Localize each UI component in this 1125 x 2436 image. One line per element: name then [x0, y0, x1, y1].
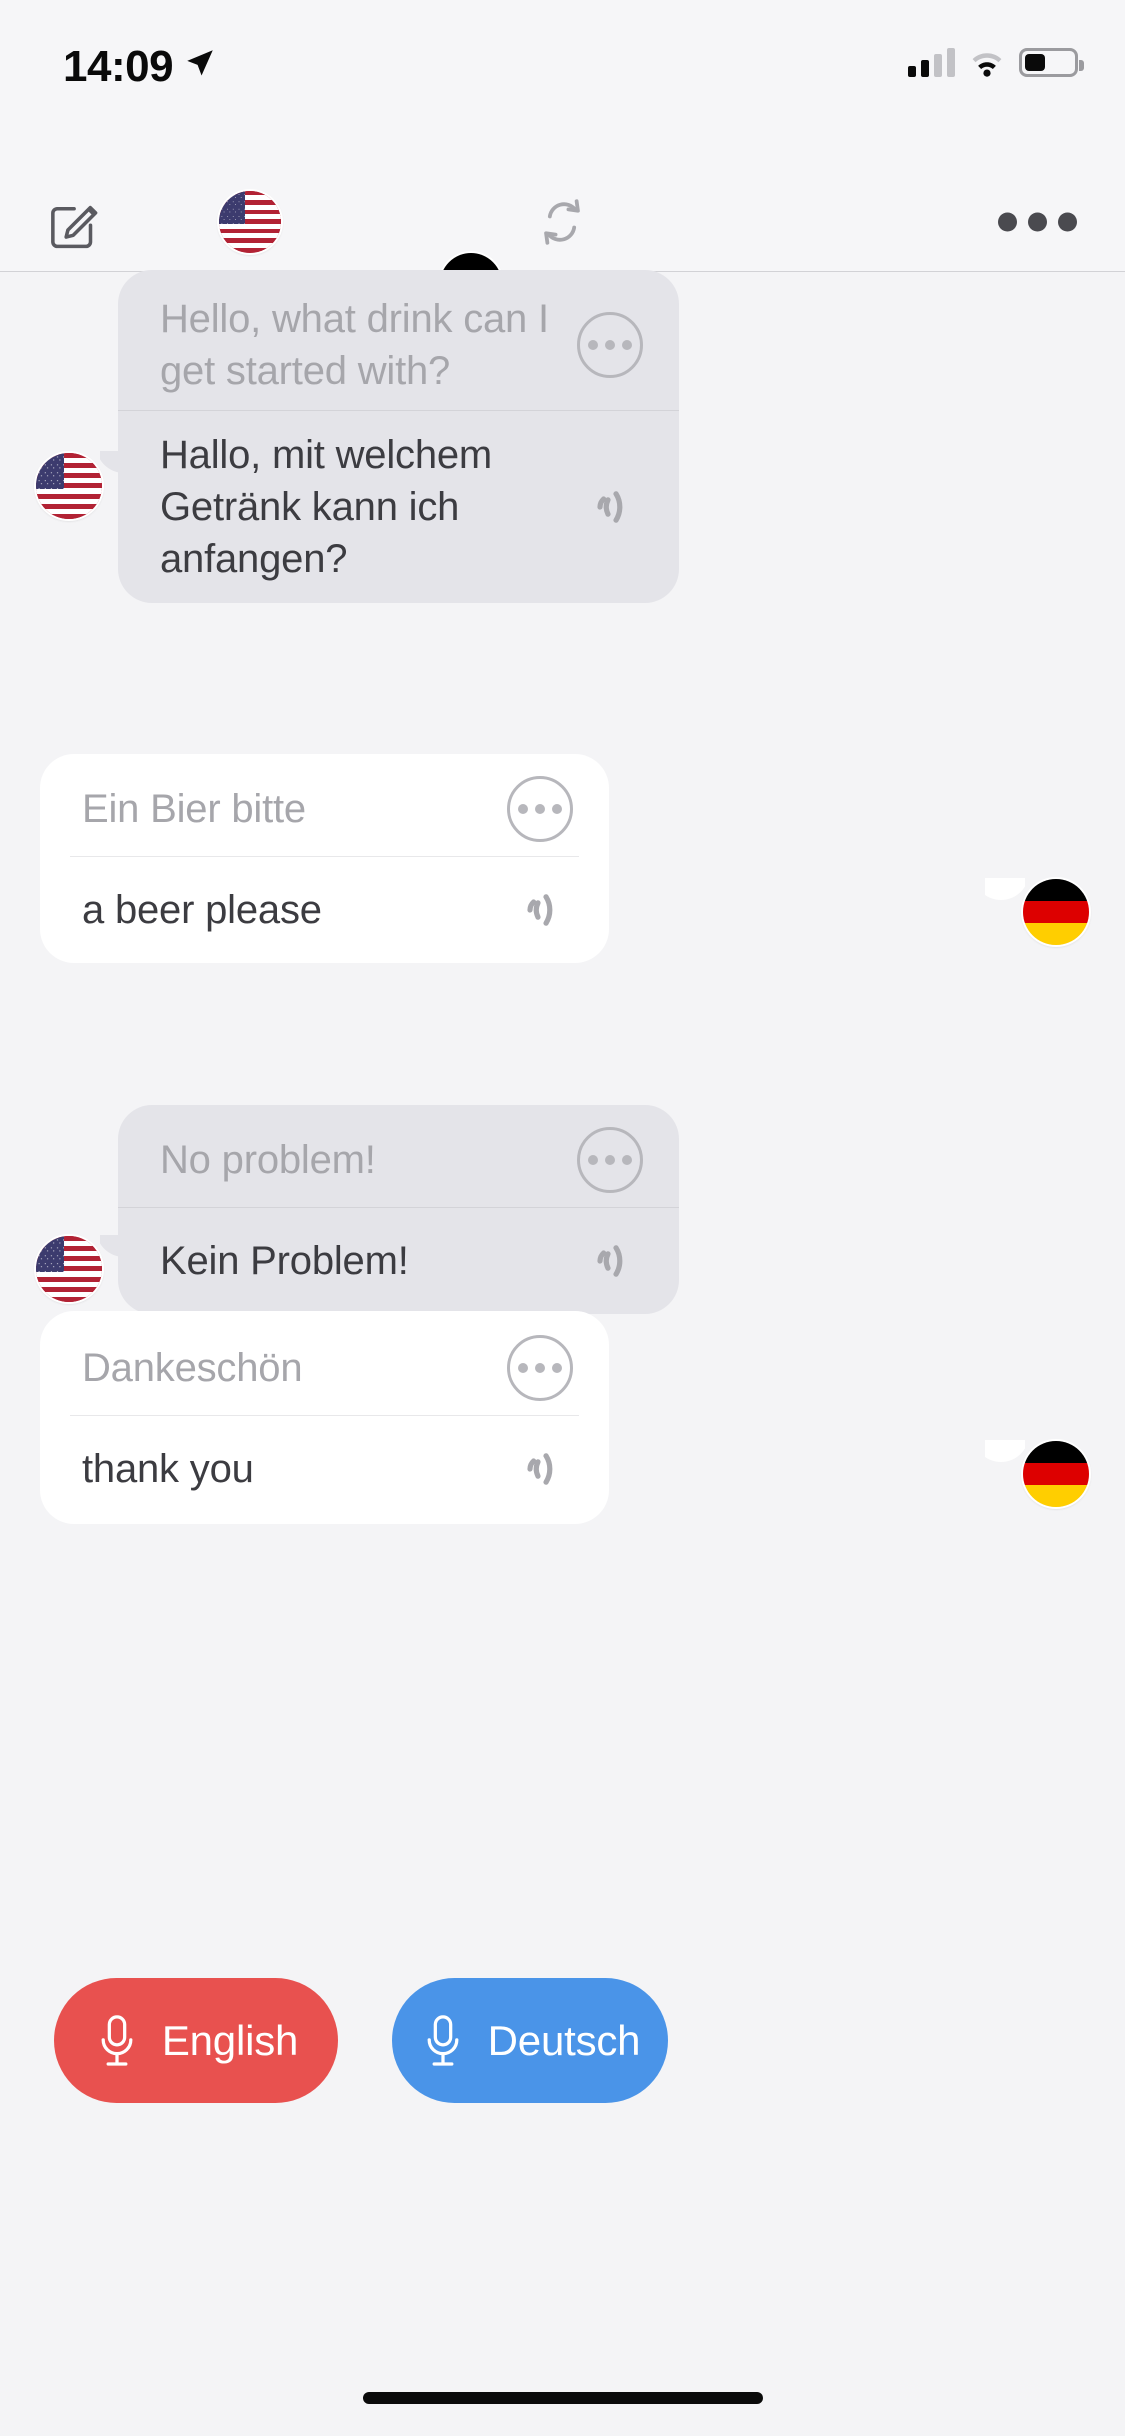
speaker-waves-icon[interactable]	[577, 474, 643, 540]
toolbar-source-flag-us[interactable]	[219, 190, 281, 253]
avatar-us-flag	[36, 453, 102, 519]
status-bar: 14:09	[0, 0, 1125, 132]
message-translated-text: Hallo, mit welchem Getränk kann ich anfa…	[160, 433, 493, 581]
bubble-tail	[985, 1440, 1025, 1480]
toolbar-spacer	[0, 132, 1125, 172]
record-english-label: English	[161, 2016, 299, 2064]
message-source-line: Ein Bier bitte	[40, 754, 609, 856]
ellipsis-circle-icon[interactable]	[507, 1335, 573, 1401]
swap-languages-icon[interactable]	[531, 191, 593, 253]
record-deutsch-button[interactable]: Deutsch	[392, 1978, 668, 2103]
battery-icon	[1019, 47, 1084, 77]
status-time: 14:09	[63, 42, 174, 91]
navigation-toolbar	[0, 172, 1125, 315]
speaker-waves-icon[interactable]	[507, 1436, 573, 1502]
message-bubble[interactable]: Dankeschön thank you	[40, 1311, 609, 1524]
microphone-icon	[427, 2014, 459, 2066]
status-indicators	[908, 42, 1084, 82]
home-indicator[interactable]	[362, 2392, 763, 2404]
avatar-us-flag	[36, 1236, 102, 1302]
message-translated-text: a beer please	[82, 888, 322, 932]
message-bubble[interactable]: No problem! Kein Problem!	[118, 1105, 679, 1314]
message-source-text: Hello, what drink can I get started with…	[160, 297, 549, 393]
message-source-line: Hello, what drink can I get started with…	[118, 270, 679, 410]
message-translation-line: Hallo, mit welchem Getränk kann ich anfa…	[118, 411, 679, 603]
message-source-line: No problem!	[118, 1105, 679, 1207]
message-source-text: Ein Bier bitte	[82, 787, 306, 831]
record-deutsch-label: Deutsch	[487, 2016, 641, 2064]
message-translated-text: thank you	[82, 1447, 254, 1491]
message-bubble[interactable]: Ein Bier bitte a beer please	[40, 754, 609, 963]
compose-icon[interactable]	[44, 191, 106, 253]
location-arrow-icon	[187, 50, 213, 76]
ellipsis-circle-icon[interactable]	[507, 776, 573, 842]
bubble-tail	[985, 878, 1025, 918]
wifi-icon	[972, 53, 1002, 77]
message-bubble[interactable]: Hello, what drink can I get started with…	[118, 270, 679, 603]
message-translation-line: a beer please	[40, 857, 609, 963]
avatar-de-flag	[1023, 1441, 1089, 1507]
more-options-icon[interactable]	[998, 212, 1077, 231]
record-english-button[interactable]: English	[54, 1978, 338, 2103]
message-translated-text: Kein Problem!	[160, 1239, 409, 1283]
speaker-waves-icon[interactable]	[577, 1228, 643, 1294]
ellipsis-circle-icon[interactable]	[577, 1127, 643, 1193]
message-translation-line: Kein Problem!	[118, 1208, 679, 1314]
speaker-waves-icon[interactable]	[507, 877, 573, 943]
message-translation-line: thank you	[40, 1416, 609, 1524]
cellular-signal-icon	[908, 47, 955, 77]
ellipsis-circle-icon[interactable]	[577, 312, 643, 378]
mic-button-bar: English Deutsch	[0, 1978, 1125, 2103]
message-source-text: No problem!	[160, 1138, 376, 1182]
avatar-de-flag	[1023, 879, 1089, 945]
microphone-icon	[101, 2014, 133, 2066]
conversation-list: Hello, what drink can I get started with…	[0, 270, 1125, 1893]
message-source-line: Dankeschön	[40, 1311, 609, 1415]
message-source-text: Dankeschön	[82, 1346, 303, 1390]
